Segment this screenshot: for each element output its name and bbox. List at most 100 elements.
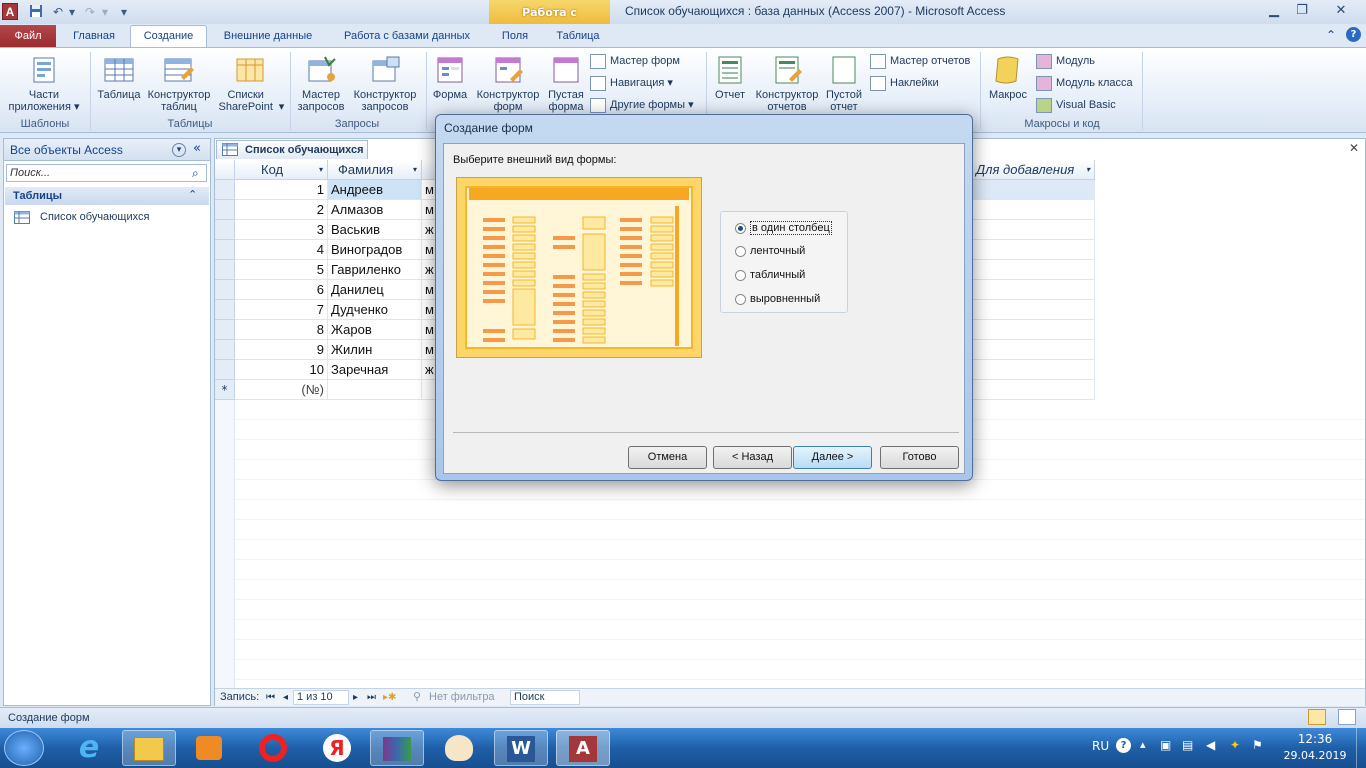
network-icon[interactable]: ▤ xyxy=(1182,738,1193,752)
last-record-icon[interactable]: ⏭ xyxy=(367,689,376,706)
help-tray-icon[interactable]: ? xyxy=(1116,738,1131,753)
tab-fields[interactable]: Поля xyxy=(494,27,536,47)
radio-columnar[interactable] xyxy=(735,222,746,234)
start-button[interactable] xyxy=(4,730,44,766)
nav-item-students-table[interactable]: Список обучающихся xyxy=(14,209,149,227)
form-button[interactable]: Форма xyxy=(430,55,470,101)
finish-button[interactable]: Готово xyxy=(880,446,959,469)
sharepoint-lists-button[interactable]: Списки SharePoint ▾ xyxy=(215,55,285,113)
cell-id[interactable]: 4 xyxy=(235,240,328,260)
cell-id[interactable]: 7 xyxy=(235,300,328,320)
tray-app-icon[interactable]: ▣ xyxy=(1160,738,1171,752)
back-button[interactable]: < Назад xyxy=(713,446,792,469)
application-parts-button[interactable]: Части приложения ▾ xyxy=(4,55,84,113)
cell-add-field[interactable] xyxy=(970,200,1095,220)
radio-datasheet[interactable] xyxy=(735,269,746,281)
cell-add-field[interactable] xyxy=(970,360,1095,380)
navigation-button[interactable]: Навигация ▾ xyxy=(590,75,673,93)
cell-id-new[interactable]: (№) xyxy=(235,380,328,400)
cell-surname-new[interactable] xyxy=(328,380,422,400)
column-header-add-field[interactable]: Для добавления ▾ xyxy=(970,160,1095,180)
form-design-button[interactable]: Конструктор форм xyxy=(472,55,544,113)
column-filter-icon[interactable]: ▾ xyxy=(1086,160,1090,180)
tab-external-data[interactable]: Внешние данные xyxy=(214,27,322,47)
column-filter-icon[interactable]: ▾ xyxy=(413,160,417,180)
redo-icon[interactable]: ↷ xyxy=(82,4,98,20)
cell-id[interactable]: 8 xyxy=(235,320,328,340)
paint-icon[interactable] xyxy=(432,730,486,766)
language-indicator[interactable]: RU xyxy=(1092,739,1109,753)
new-record-icon[interactable]: ▸✱ xyxy=(383,689,396,706)
cell-add-field[interactable] xyxy=(970,340,1095,360)
next-record-icon[interactable]: ▸ xyxy=(353,689,358,706)
yandex-icon[interactable]: Я xyxy=(310,730,364,766)
word-icon[interactable]: W xyxy=(494,730,548,766)
cell-surname[interactable]: Дудченко xyxy=(328,300,422,320)
prev-record-icon[interactable]: ◂ xyxy=(283,689,288,706)
filter-status[interactable]: Нет фильтра xyxy=(429,689,495,706)
clock-date[interactable]: 29.04.2019 xyxy=(1280,749,1350,762)
design-view-icon[interactable] xyxy=(1338,709,1356,725)
row-selector[interactable] xyxy=(215,320,235,340)
row-selector[interactable] xyxy=(215,220,235,240)
class-module-button[interactable]: Модуль класса xyxy=(1036,75,1133,93)
row-selector[interactable] xyxy=(215,360,235,380)
tab-file[interactable]: Файл xyxy=(0,25,56,47)
tray-expand-icon[interactable]: ▴ xyxy=(1140,738,1146,751)
tab-table[interactable]: Таблица xyxy=(548,27,608,47)
module-button[interactable]: Модуль xyxy=(1036,53,1095,71)
select-all-corner[interactable] xyxy=(215,160,235,180)
cell-add-field[interactable] xyxy=(970,280,1095,300)
cell-surname[interactable]: Васькив xyxy=(328,220,422,240)
tab-database-tools[interactable]: Работа с базами данных xyxy=(334,27,480,47)
row-selector[interactable] xyxy=(215,300,235,320)
cell-surname[interactable]: Заречная xyxy=(328,360,422,380)
option-columnar[interactable]: в один столбец xyxy=(735,220,832,238)
tab-home[interactable]: Главная xyxy=(66,27,122,47)
cancel-button[interactable]: Отмена xyxy=(628,446,707,469)
option-tabular-ribbon[interactable]: ленточный xyxy=(735,243,805,261)
radio-ribbon[interactable] xyxy=(735,245,746,257)
query-wizard-button[interactable]: Мастер запросов xyxy=(294,55,348,113)
record-search-input[interactable]: Поиск xyxy=(510,690,580,705)
cell-id[interactable]: 2 xyxy=(235,200,328,220)
access-icon[interactable]: A xyxy=(556,730,610,766)
cell-id[interactable]: 9 xyxy=(235,340,328,360)
help-icon[interactable]: ? xyxy=(1346,27,1361,42)
table-design-button[interactable]: Конструктор таблиц xyxy=(145,55,213,113)
media-icon[interactable] xyxy=(182,730,236,766)
minimize-icon[interactable]: ▁ xyxy=(1262,2,1286,20)
report-button[interactable]: Отчет xyxy=(710,55,750,101)
option-justified[interactable]: выровненный xyxy=(735,291,820,309)
next-button[interactable]: Далее > xyxy=(793,446,872,469)
report-design-button[interactable]: Конструктор отчетов xyxy=(752,55,822,113)
column-header-surname[interactable]: Фамилия ▾ xyxy=(328,160,422,180)
cell-add-field[interactable] xyxy=(970,220,1095,240)
nav-group-collapse-icon[interactable]: ⌃ xyxy=(188,188,197,201)
customize-qat-icon[interactable]: ▾ xyxy=(116,4,132,20)
cell-surname[interactable]: Андреев xyxy=(328,180,422,200)
access-app-icon[interactable]: A xyxy=(2,3,18,20)
doc-tab-students[interactable]: Список обучающихся xyxy=(216,140,368,159)
form-wizard-button[interactable]: Мастер форм xyxy=(590,53,680,71)
cell-add-field-new[interactable] xyxy=(970,380,1095,400)
cell-add-field[interactable] xyxy=(970,180,1095,200)
blank-report-button[interactable]: Пустой отчет xyxy=(824,55,864,113)
undo-dropdown-icon[interactable]: ▾ xyxy=(64,4,80,20)
table-button[interactable]: Таблица xyxy=(95,55,143,101)
minimize-ribbon-icon[interactable]: ⌃ xyxy=(1326,28,1336,42)
cell-add-field[interactable] xyxy=(970,320,1095,340)
cell-id[interactable]: 5 xyxy=(235,260,328,280)
visual-basic-button[interactable]: Visual Basic xyxy=(1036,97,1116,115)
cell-surname[interactable]: Гавриленко xyxy=(328,260,422,280)
cell-add-field[interactable] xyxy=(970,240,1095,260)
option-datasheet[interactable]: табличный xyxy=(735,267,805,285)
cell-add-field[interactable] xyxy=(970,300,1095,320)
nav-pane-collapse-icon[interactable]: « xyxy=(193,141,201,156)
save-icon[interactable] xyxy=(28,4,44,20)
explorer-icon[interactable] xyxy=(122,730,176,766)
labels-button[interactable]: Наклейки xyxy=(870,75,939,93)
flag-icon[interactable]: ⚑ xyxy=(1252,738,1263,752)
restore-icon[interactable]: ❐ xyxy=(1290,2,1314,20)
macro-button[interactable]: Макрос xyxy=(985,55,1031,101)
